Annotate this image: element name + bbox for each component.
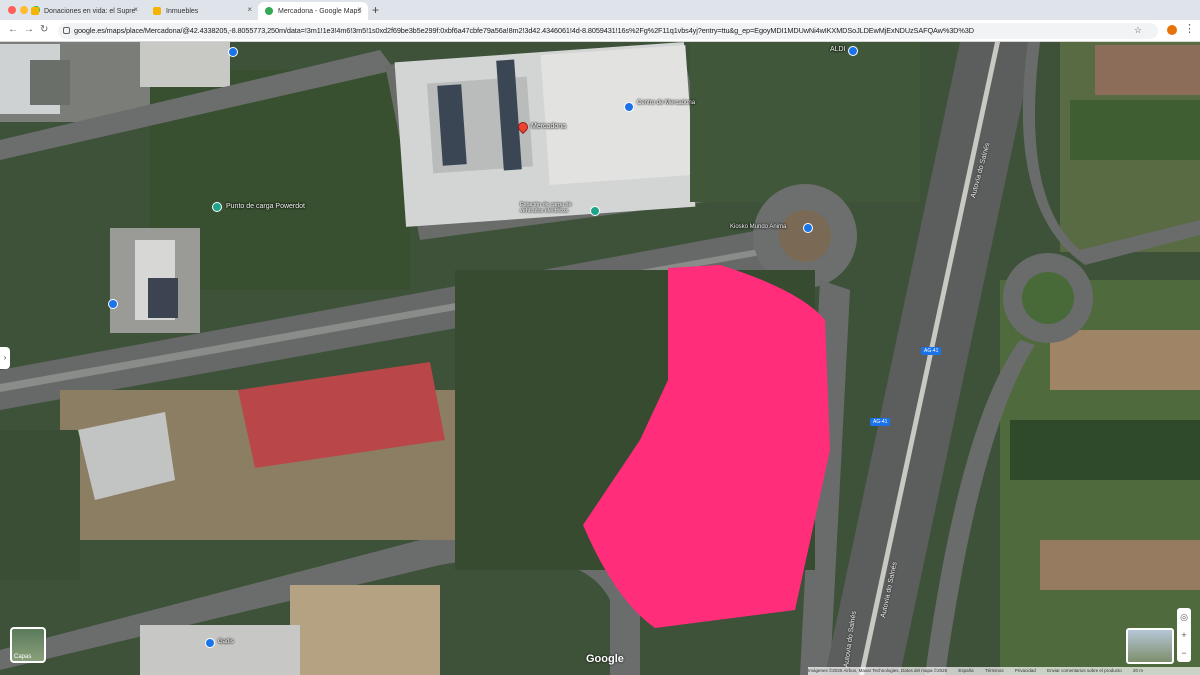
centro-poi-icon[interactable] — [624, 102, 634, 112]
close-icon[interactable]: × — [247, 5, 252, 14]
bottom-business-label[interactable]: Gadis — [218, 639, 234, 645]
close-icon[interactable]: × — [357, 5, 362, 14]
address-bar[interactable]: google.es/maps/place/Mercadona/@42.43382… — [58, 23, 1158, 39]
scale-bar[interactable]: 20 m — [1133, 668, 1143, 673]
zoom-in-button[interactable]: + — [1177, 626, 1191, 644]
street-view-thumbnail[interactable] — [1126, 628, 1174, 664]
favicon-icon — [31, 7, 39, 15]
new-tab-icon[interactable]: + — [372, 3, 379, 17]
url-text: google.es/maps/place/Mercadona/@42.43382… — [74, 26, 974, 35]
aldi-poi-icon[interactable] — [848, 46, 858, 56]
tab-title: Mercadona - Google Maps — [278, 7, 361, 15]
charging-label[interactable]: Estación de carga de vehículos eléctrico… — [520, 202, 590, 214]
tab-donaciones[interactable]: Donaciones en vida: el Supre × — [24, 2, 144, 20]
aldi-label[interactable]: ALDI — [830, 46, 846, 53]
layers-label: Capas — [14, 654, 32, 660]
back-icon[interactable]: ← — [8, 24, 18, 35]
tab-title: Inmuebles — [166, 7, 199, 15]
kiosko-label[interactable]: Kiosko Mundo Anima — [730, 224, 786, 230]
reload-icon[interactable]: ↻ — [40, 24, 48, 35]
bookmark-star-icon[interactable]: ☆ — [1134, 25, 1142, 36]
top-poi-icon[interactable] — [228, 47, 238, 57]
close-icon[interactable]: × — [133, 5, 138, 14]
attribution-text: Imágenes ©2025 Airbus, Maxar Technologie… — [808, 668, 948, 673]
compass-icon[interactable]: ◎ — [1177, 608, 1191, 626]
charging-poi-icon[interactable] — [590, 206, 600, 216]
window-close-dot[interactable] — [8, 6, 16, 14]
kiosko-poi-icon[interactable] — [803, 223, 813, 233]
mercadona-label[interactable]: Mercadona — [531, 123, 566, 130]
zoom-controls: ◎ + − — [1177, 608, 1191, 662]
map-footer: Imágenes ©2025 Airbus, Maxar Technologie… — [808, 667, 1200, 675]
footer-terms[interactable]: Términos — [985, 668, 1004, 673]
satellite-map[interactable]: Mercadona Centro de Mercadona Punto de c… — [0, 42, 1200, 675]
site-info-icon[interactable] — [63, 27, 70, 34]
zoom-out-button[interactable]: − — [1177, 644, 1191, 662]
forward-icon[interactable]: → — [24, 24, 34, 35]
browser-toolbar: ← → ↻ google.es/maps/place/Mercadona/@42… — [0, 20, 1200, 42]
tab-inmuebles[interactable]: Inmuebles × — [146, 2, 258, 20]
favicon-icon — [153, 7, 161, 15]
browser-menu-icon[interactable]: ⋮ — [1184, 22, 1195, 35]
browser-tab-strip: Donaciones en vida: el Supre × Inmuebles… — [0, 0, 1200, 20]
map-imagery — [0, 42, 1200, 675]
footer-feedback[interactable]: Enviar comentarios sobre el producto — [1047, 668, 1122, 673]
powerdot-poi-icon[interactable] — [212, 202, 222, 212]
tab-title: Donaciones en vida: el Supre — [44, 7, 136, 15]
powerdot-label[interactable]: Punto de carga Powerdot — [226, 203, 305, 210]
footer-country[interactable]: España — [958, 668, 973, 673]
side-panel-toggle[interactable]: › — [0, 347, 10, 369]
bus-poi-icon[interactable] — [108, 299, 118, 309]
centro-label[interactable]: Centro de Mercadona — [637, 100, 695, 106]
google-logo: Google — [586, 653, 624, 665]
profile-avatar[interactable] — [1167, 25, 1177, 35]
ag41-shield-top: AG-41 — [921, 347, 942, 355]
maps-pin-icon — [265, 7, 273, 15]
ag41-shield-bottom: AG-41 — [870, 418, 891, 426]
footer-privacy[interactable]: Privacidad — [1015, 668, 1036, 673]
tab-google-maps[interactable]: Mercadona - Google Maps × — [258, 2, 368, 20]
bottom-poi-icon[interactable] — [205, 638, 215, 648]
